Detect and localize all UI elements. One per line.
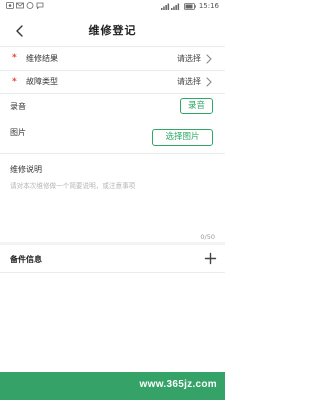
required-asterisk: *	[12, 53, 17, 63]
email-icon	[16, 2, 24, 9]
status-time: 15:16	[198, 2, 219, 10]
row-divider	[0, 153, 225, 154]
page-title: 维修登记	[88, 24, 137, 37]
picture-label: 图片	[10, 128, 26, 137]
signal-icon	[160, 3, 179, 10]
repair-result-label: 维修结果	[26, 54, 58, 63]
nav-header: 维修登记	[0, 14, 225, 46]
required-asterisk: *	[12, 77, 17, 87]
recording-row: 录音 录音	[0, 94, 225, 120]
app-notification-icon	[26, 2, 34, 9]
parts-info-title: 备件信息	[10, 255, 42, 264]
repair-registration-page: 15:16 维修登记 * 维修结果 请选择 * 故障类型 请选择 录音 录音 图…	[0, 0, 225, 400]
notification-icon	[6, 2, 14, 9]
battery-icon	[183, 3, 196, 10]
character-counter: 0/50	[200, 233, 215, 241]
fault-type-value: 请选择	[177, 77, 201, 86]
fault-type-label: 故障类型	[26, 77, 58, 86]
plus-icon[interactable]	[204, 252, 217, 265]
footer-watermark-bar: www.365jz.com	[0, 372, 225, 400]
chevron-right-icon	[206, 54, 212, 64]
recording-label: 录音	[10, 102, 26, 111]
choose-picture-button[interactable]: 选择图片	[152, 129, 213, 146]
picture-row: 图片 选择图片	[0, 122, 225, 148]
description-input[interactable]	[10, 180, 215, 220]
repair-result-value: 请选择	[177, 54, 201, 63]
status-icons-left	[6, 2, 44, 9]
fault-type-select[interactable]: * 故障类型 请选择	[0, 71, 225, 93]
status-icons-right: 15:16	[160, 2, 219, 11]
record-button[interactable]: 录音	[180, 98, 213, 114]
watermark-url: www.365jz.com	[139, 379, 217, 390]
chevron-right-icon	[206, 77, 212, 87]
parts-divider	[0, 272, 225, 273]
description-title: 维修说明	[10, 165, 42, 174]
message-icon	[36, 2, 44, 9]
section-divider	[0, 242, 225, 245]
status-bar: 15:16	[0, 0, 225, 14]
repair-result-select[interactable]: * 维修结果 请选择	[0, 47, 225, 70]
